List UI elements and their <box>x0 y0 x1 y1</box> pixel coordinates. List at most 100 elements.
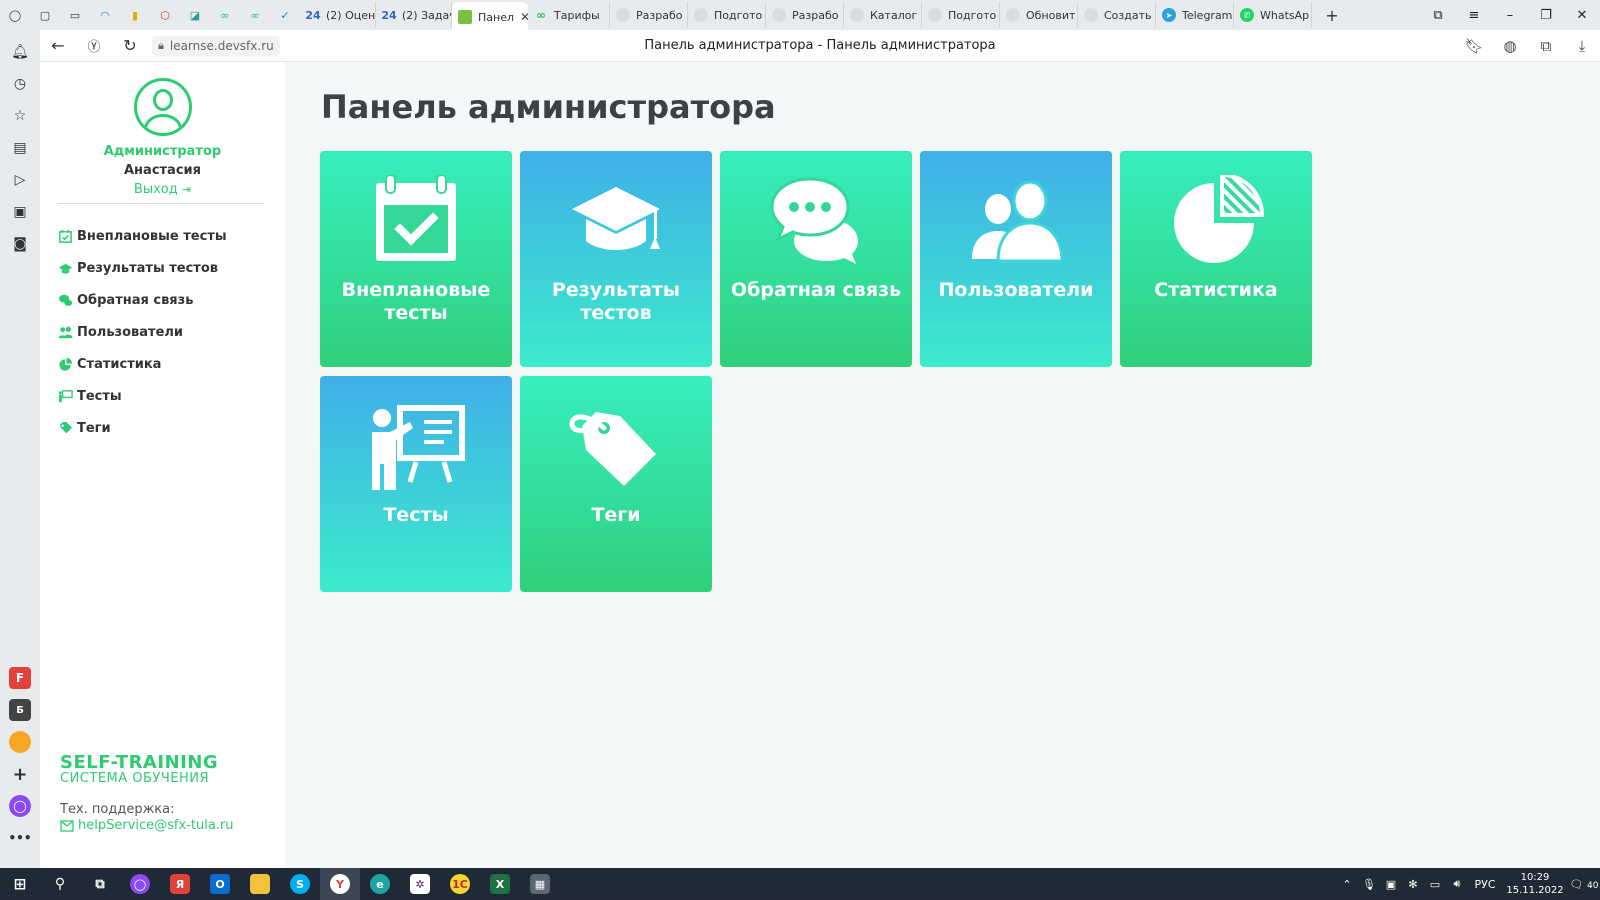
taskbar-yandex-browser-icon[interactable]: Y <box>320 868 360 900</box>
collections-icon[interactable]: ▭ <box>63 4 87 26</box>
sidebar-item-test-results[interactable]: Результаты тестов <box>58 252 273 284</box>
pinned-tab-icon[interactable]: ∞ <box>243 4 267 26</box>
taskbar-skype-icon[interactable]: S <box>280 868 320 900</box>
notes-icon[interactable]: ▤ <box>7 135 33 161</box>
download-icon[interactable]: ⤓ <box>1564 37 1600 55</box>
profile-icon[interactable]: ◯ <box>3 4 27 26</box>
browser-tab[interactable]: Создать <box>1078 2 1156 28</box>
yandex-icon[interactable]: Ⓨ <box>76 36 112 55</box>
tab-favicon-icon <box>458 10 472 24</box>
browser-tab[interactable]: 24 (2) Оцен <box>300 2 376 28</box>
extensions-icon[interactable]: ⧉ <box>1528 37 1564 55</box>
tab-label: Подгото <box>948 8 997 22</box>
microphone-icon[interactable]: 🎙︎ <box>1358 878 1380 891</box>
url-field[interactable]: 🔒︎ learnse.devsfx.ru <box>152 35 280 56</box>
sidebar-item-feedback[interactable]: Обратная связь <box>58 284 273 316</box>
notification-count: 40 <box>1587 880 1599 891</box>
history-clock-icon[interactable]: ◷ <box>7 71 33 97</box>
browser-tab[interactable]: Разрабо <box>610 2 688 28</box>
sidebar-item-tags[interactable]: Теги <box>58 412 273 444</box>
play-icon[interactable]: ▷ <box>7 167 33 193</box>
browser-tab[interactable]: Подгото <box>922 2 1000 28</box>
search-icon[interactable]: ⚲ <box>40 868 80 900</box>
screenshot-icon[interactable]: ◙ <box>7 231 33 257</box>
tile-tests[interactable]: Тесты <box>320 376 512 592</box>
sidebar-item-statistics[interactable]: Статистика <box>58 348 273 380</box>
star-icon[interactable]: ☆ <box>7 103 33 129</box>
tile-unplanned-tests[interactable]: Внеплановые тесты <box>320 151 512 367</box>
close-window-icon[interactable]: ✕ <box>1564 8 1600 23</box>
tray-app-icon[interactable]: ▣ <box>1380 878 1402 891</box>
browser-tab[interactable]: ∞ Тарифы <box>528 2 610 28</box>
pinned-tab-icon[interactable]: ◪ <box>183 4 207 26</box>
browser-tab[interactable]: Подгото <box>688 2 766 28</box>
tray-chevron-up-icon[interactable]: ⌃ <box>1336 878 1358 891</box>
tab-close-icon[interactable]: ✕ <box>520 10 528 24</box>
bookmark-icon[interactable]: 🔖︎ <box>1456 37 1492 55</box>
app-b-icon[interactable]: Б <box>9 699 31 721</box>
clock[interactable]: 10:29 15.11.2022 <box>1502 871 1568 897</box>
language-indicator[interactable]: РУС <box>1468 878 1502 891</box>
sidebar-item-label: Обратная связь <box>77 292 194 308</box>
taskbar-slack-icon[interactable]: ✲ <box>400 868 440 900</box>
tag-icon <box>569 412 656 486</box>
pinned-tab-icon[interactable]: ✓ <box>273 4 297 26</box>
taskbar-excel-icon[interactable]: X <box>480 868 520 900</box>
taskbar-alice-icon[interactable]: ◯ <box>120 868 160 900</box>
taskbar-outlook-icon[interactable]: O <box>200 868 240 900</box>
support-email-link[interactable]: helpService@sfx-tula.ru <box>60 818 234 833</box>
browser-tab[interactable]: Разрабо <box>766 2 844 28</box>
app-f-icon[interactable]: F <box>9 667 31 689</box>
teacher-board-icon <box>58 389 73 402</box>
browser-tab[interactable]: Каталог <box>844 2 922 28</box>
browser-tab-active[interactable]: Панел ✕ <box>452 2 528 32</box>
bell-icon[interactable]: 🔔︎ <box>7 39 33 65</box>
pinned-tab-icon[interactable]: ▮ <box>123 4 147 26</box>
taskbar-yandex-icon[interactable]: Я <box>160 868 200 900</box>
new-tab-icon[interactable]: + <box>1320 4 1344 26</box>
maximize-icon[interactable]: ❐ <box>1528 8 1564 23</box>
tile-test-results[interactable]: Результаты тестов <box>520 151 712 367</box>
tile-statistics[interactable]: Статистика <box>1120 151 1312 367</box>
network-icon[interactable]: ▭ <box>1424 878 1446 891</box>
alice-icon[interactable]: ◯ <box>9 795 31 817</box>
tab-label: Тарифы <box>554 8 600 22</box>
more-icon[interactable]: ••• <box>9 827 32 849</box>
sidebar-item-users[interactable]: Пользователи <box>58 316 273 348</box>
menu-icon[interactable]: ≡ <box>1456 8 1492 23</box>
taskbar-1c-icon[interactable]: 1С <box>440 868 480 900</box>
taskbar-explorer-icon[interactable] <box>240 868 280 900</box>
add-app-icon[interactable]: + <box>9 763 31 785</box>
tray-settings-icon[interactable]: ✻ <box>1402 878 1424 891</box>
minimize-icon[interactable]: – <box>1492 8 1528 23</box>
browser-tab[interactable]: Обновит <box>1000 2 1078 28</box>
reload-icon[interactable]: ↻ <box>112 36 148 55</box>
app-market-icon[interactable] <box>9 731 31 753</box>
tab-manager-icon[interactable]: ⧉ <box>1420 8 1456 23</box>
tile-tags[interactable]: Теги <box>520 376 712 592</box>
volume-icon[interactable]: 🔊︎ <box>1446 877 1468 891</box>
taskbar-calculator-icon[interactable]: ▦ <box>520 868 560 900</box>
notification-center[interactable]: 🗨︎ 40 <box>1568 878 1600 891</box>
browser-tab[interactable]: ✆ WhatsAp <box>1234 2 1312 28</box>
globe-icon[interactable]: ◍ <box>1492 37 1528 55</box>
graduation-cap-icon <box>572 187 660 250</box>
tile-feedback[interactable]: Обратная связь <box>720 151 912 367</box>
browser-tab[interactable]: ➤ Telegram <box>1156 2 1234 28</box>
main-content: Панель администратора Внеплановые тесты … <box>285 62 1600 868</box>
sidebar-item-unplanned-tests[interactable]: Внеплановые тесты <box>58 220 273 252</box>
tile-users[interactable]: Пользователи <box>920 151 1112 367</box>
pinned-tab-icon[interactable]: ⬡ <box>153 4 177 26</box>
browser-tab[interactable]: 24 (2) Задач <box>376 2 452 28</box>
task-view-icon[interactable]: ⧉ <box>80 868 120 900</box>
start-button[interactable]: ⊞ <box>0 868 40 900</box>
logout-link[interactable]: Выход ⇥ <box>40 182 285 197</box>
pinned-tab-icon[interactable]: ◠ <box>93 4 117 26</box>
sidebar-item-tests[interactable]: Тесты <box>58 380 273 412</box>
counter-icon[interactable]: ▣ <box>7 199 33 225</box>
back-arrow-icon[interactable]: ← <box>40 36 76 55</box>
pinned-tab-icon[interactable]: ∞ <box>213 4 237 26</box>
support-label: Тех. поддержка: <box>60 802 175 817</box>
tab-counter-icon[interactable]: ▢ <box>33 4 57 26</box>
taskbar-edge-icon[interactable]: e <box>360 868 400 900</box>
